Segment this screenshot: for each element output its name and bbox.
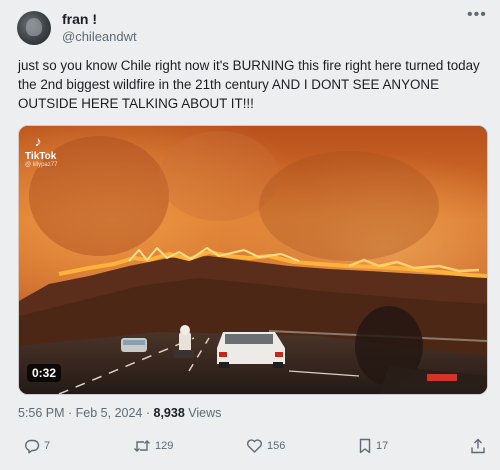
like-icon	[247, 439, 262, 453]
duration-badge: 0:32	[27, 364, 62, 382]
tiktok-label: TikTok	[25, 151, 57, 162]
more-icon[interactable]: •••	[467, 6, 487, 24]
timestamp[interactable]: 5:56 PM · Feb 5, 2024 ·	[18, 406, 154, 420]
like-button[interactable]: 156	[246, 438, 285, 454]
user-handle[interactable]: @chileandwt	[62, 29, 137, 44]
share-button[interactable]	[470, 438, 486, 454]
repost-count: 129	[155, 440, 174, 452]
tweet-text: just so you know Chile right now it's BU…	[18, 58, 480, 111]
reply-button[interactable]: 7	[24, 438, 50, 454]
like-count: 156	[267, 440, 286, 452]
reply-count: 7	[44, 440, 51, 452]
tweet-meta: 5:56 PM · Feb 5, 2024 · 8,938 Views	[18, 406, 221, 420]
bookmark-button[interactable]: 17	[358, 438, 388, 454]
avatar[interactable]	[17, 11, 51, 45]
video-frame	[19, 126, 487, 394]
views-count: 8,938	[153, 406, 185, 420]
tiktok-handle: @ lillypaz77	[25, 162, 58, 168]
reply-icon	[25, 439, 40, 454]
tiktok-icon: ♪	[34, 133, 42, 149]
display-name[interactable]: fran !	[62, 11, 97, 27]
repost-button[interactable]: 129	[133, 438, 173, 454]
repost-icon	[134, 440, 150, 452]
share-icon	[471, 438, 485, 454]
tweet-card: fran ! @chileandwt ••• just so you know …	[0, 0, 500, 470]
video-player[interactable]: ♪ TikTok @ lillypaz77 0:32	[18, 125, 488, 395]
bookmark-count: 17	[376, 440, 389, 452]
bookmark-icon	[359, 438, 371, 454]
views-label: Views	[184, 406, 222, 420]
